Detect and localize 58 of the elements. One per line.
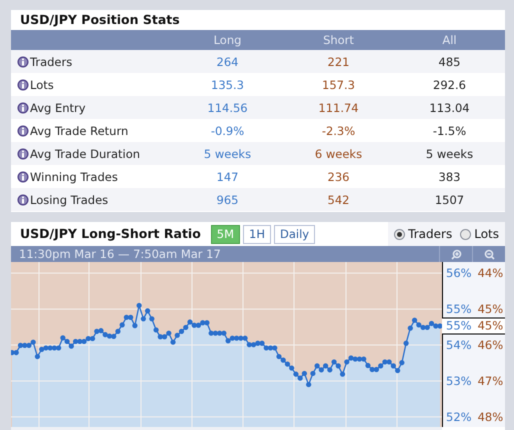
column-header: Long — [172, 30, 283, 50]
info-icon[interactable] — [17, 148, 29, 160]
axis-label: 46% — [478, 338, 504, 352]
table-cell: 236 — [328, 170, 350, 184]
table-cell: 292.6 — [433, 78, 466, 92]
table-cell: -2.3% — [322, 124, 356, 138]
column-header: Short — [283, 30, 394, 50]
axis-label: 55% — [446, 302, 472, 316]
column-header: All — [394, 30, 505, 50]
table-cell: 114.56 — [207, 100, 248, 114]
row-label: Losing Trades — [30, 192, 108, 206]
table-cell: 113.04 — [429, 100, 470, 114]
axis-label: 54% — [446, 338, 472, 352]
table-cell: 5 weeks — [204, 146, 252, 160]
interval-button[interactable]: Daily — [274, 224, 316, 244]
zoom-in-icon[interactable] — [450, 248, 462, 260]
table-cell: 264 — [216, 54, 238, 68]
table-cell: -1.5% — [432, 124, 466, 138]
table-cell: 6 weeks — [314, 146, 362, 160]
axis-label: 48% — [478, 410, 504, 424]
table-cell: 221 — [328, 54, 350, 68]
axis-label: 53% — [446, 374, 472, 388]
row-label: Traders — [30, 54, 72, 68]
info-icon[interactable] — [17, 124, 29, 136]
date-range: 11:30pm Mar 16 — 7:50am Mar 17 — [18, 247, 221, 261]
current-value-marker: 55% 45% — [442, 317, 505, 334]
axis-label: 47% — [478, 374, 504, 388]
row-label: Avg Trade Duration — [30, 146, 140, 160]
axis-label: 45% — [478, 302, 504, 316]
table-cell: 147 — [216, 170, 238, 184]
info-icon[interactable] — [17, 78, 29, 90]
table-cell: 111.74 — [318, 100, 359, 114]
row-label: Winning Trades — [30, 170, 118, 184]
table-cell: 135.3 — [211, 78, 244, 92]
axis-label: 52% — [446, 410, 472, 424]
table-cell: 383 — [438, 170, 460, 184]
interval-button[interactable]: 1H — [243, 224, 272, 244]
table-cell: 5 weeks — [426, 146, 474, 160]
table-cell: 965 — [216, 192, 238, 206]
row-label: Avg Entry — [30, 100, 86, 114]
radio-option[interactable]: Lots — [460, 227, 499, 241]
info-icon[interactable] — [17, 56, 29, 68]
axis-label: 44% — [478, 266, 504, 280]
info-icon[interactable] — [17, 170, 29, 182]
panel-title: USD/JPY Long-Short Ratio — [19, 225, 202, 243]
table-cell: 542 — [328, 192, 350, 206]
zoom-out-icon[interactable] — [484, 248, 494, 260]
panel-title: USD/JPY Position Stats — [19, 11, 181, 29]
axis-label: 56% — [446, 266, 472, 280]
row-label: Avg Trade Return — [30, 124, 128, 138]
table-cell: -0.9% — [210, 124, 244, 138]
info-icon[interactable] — [17, 102, 29, 114]
row-label: Lots — [30, 78, 54, 92]
table-cell: 1507 — [434, 192, 464, 206]
info-icon[interactable] — [17, 194, 29, 206]
radio-option[interactable]: Traders — [394, 227, 452, 241]
table-cell: 485 — [438, 54, 460, 68]
table-cell: 157.3 — [322, 78, 355, 92]
